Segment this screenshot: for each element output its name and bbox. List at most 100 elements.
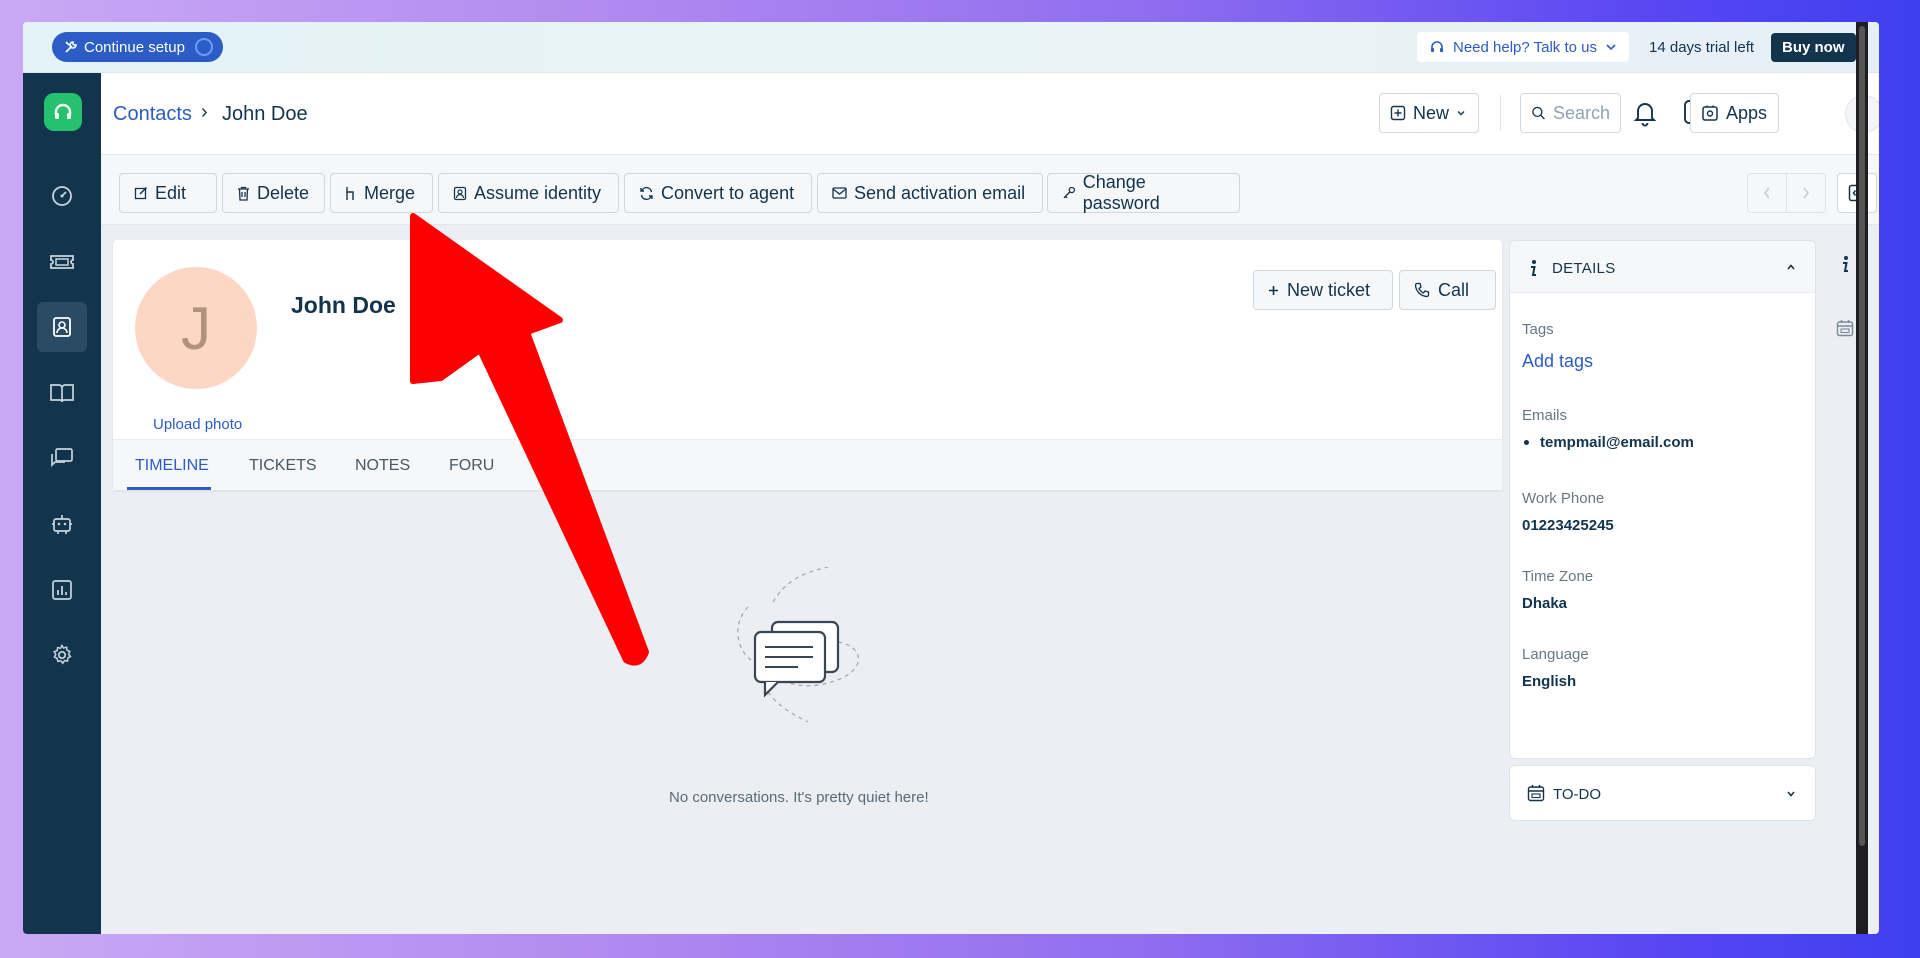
time-zone-label: Time Zone xyxy=(1522,568,1594,585)
need-help-label: Need help? Talk to us xyxy=(1453,38,1597,56)
details-panel: DETAILS Tags Add tags Emails tempmail@em… xyxy=(1509,240,1816,759)
todo-panel[interactable]: TO-DO xyxy=(1509,765,1816,821)
language-label: Language xyxy=(1522,646,1589,663)
buy-now-button[interactable]: Buy now xyxy=(1771,33,1856,62)
details-title: DETAILS xyxy=(1552,260,1616,277)
chevron-down-icon xyxy=(1457,111,1465,116)
need-help-button[interactable]: Need help? Talk to us xyxy=(1417,32,1629,62)
reports-chart-icon xyxy=(52,580,72,600)
progress-ring-icon xyxy=(194,38,213,56)
convert-to-agent-button[interactable]: Convert to agent xyxy=(624,173,812,213)
contact-card: J Upload photo John Doe New ticket Call … xyxy=(113,240,1502,490)
chat-bubbles-icon xyxy=(51,448,73,468)
continue-setup-button[interactable]: Continue setup xyxy=(52,32,223,62)
change-password-button[interactable]: Change password xyxy=(1047,172,1240,213)
search-placeholder: Search xyxy=(1552,102,1610,123)
email-value: tempmail@email.com xyxy=(1540,434,1694,451)
header-divider xyxy=(1500,95,1501,131)
send-activation-label: Send activation email xyxy=(854,182,1026,203)
work-phone-label: Work Phone xyxy=(1522,490,1605,507)
time-zone-value: Dhaka xyxy=(1522,595,1568,612)
empty-timeline-text: No conversations. It's pretty quiet here… xyxy=(669,789,929,806)
chevron-down-icon xyxy=(1787,791,1795,797)
new-button-label: New xyxy=(1413,102,1450,123)
chevron-down-icon xyxy=(1606,44,1616,51)
info-rail-icon[interactable] xyxy=(1840,255,1850,273)
key-icon xyxy=(1063,186,1075,199)
robot-icon xyxy=(52,515,72,534)
sidebar-item-forums[interactable] xyxy=(37,433,87,483)
gear-icon xyxy=(53,644,72,665)
breadcrumb-separator: › xyxy=(201,101,208,123)
page-header: Contacts › John Doe New Search Apps S xyxy=(101,73,1879,155)
breadcrumb-current: John Doe xyxy=(222,103,308,125)
phone-icon xyxy=(1414,282,1430,298)
edit-button-label: Edit xyxy=(155,182,187,203)
breadcrumb-contacts-link[interactable]: Contacts xyxy=(113,103,192,126)
refresh-convert-icon xyxy=(640,186,653,200)
assume-identity-button[interactable]: Assume identity xyxy=(438,173,619,213)
merge-button-label: Merge xyxy=(364,182,416,203)
envelope-icon xyxy=(832,187,847,199)
change-password-label: Change password xyxy=(1082,172,1160,213)
sidebar-item-contacts[interactable] xyxy=(37,302,87,352)
bell-icon[interactable] xyxy=(1633,99,1657,127)
merge-button[interactable]: Merge xyxy=(330,173,433,213)
freshdesk-logo[interactable] xyxy=(44,93,82,131)
tab-tickets[interactable]: TICKETS xyxy=(249,457,317,475)
call-label: Call xyxy=(1438,279,1470,300)
plus-square-icon xyxy=(1390,105,1406,121)
calendar-icon xyxy=(1527,785,1545,802)
contacts-icon xyxy=(53,317,71,337)
previous-contact-button[interactable] xyxy=(1747,173,1787,213)
trial-banner: Continue setup Need help? Talk to us 14 … xyxy=(23,22,1879,73)
upload-photo-link[interactable]: Upload photo xyxy=(153,416,242,433)
conversations-empty-illustration xyxy=(737,567,860,723)
chevron-up-icon xyxy=(1787,264,1795,270)
edit-button[interactable]: Edit xyxy=(119,173,217,213)
apps-button[interactable]: Apps xyxy=(1690,93,1779,133)
sidebar xyxy=(23,73,101,934)
todo-title: TO-DO xyxy=(1553,786,1602,803)
sidebar-item-tickets[interactable] xyxy=(37,237,87,287)
sidebar-item-solutions[interactable] xyxy=(37,368,87,418)
next-contact-button[interactable] xyxy=(1786,173,1826,213)
chevron-left-icon xyxy=(1764,187,1770,199)
details-header[interactable]: DETAILS xyxy=(1510,241,1815,293)
emails-label: Emails xyxy=(1522,407,1568,424)
new-button[interactable]: New xyxy=(1379,93,1479,133)
sidebar-item-dashboard[interactable] xyxy=(37,171,87,221)
calendar-rail-icon[interactable] xyxy=(1836,319,1854,337)
scrollbar-thumb[interactable] xyxy=(1859,26,1865,846)
edit-pencil-icon xyxy=(134,186,148,200)
call-button[interactable]: Call xyxy=(1399,270,1496,310)
contact-name: John Doe xyxy=(291,292,396,318)
sidebar-item-admin[interactable] xyxy=(37,630,87,680)
new-ticket-button[interactable]: New ticket xyxy=(1253,270,1393,310)
tab-timeline[interactable]: TIMELINE xyxy=(135,457,209,475)
headset-logo-icon xyxy=(54,103,72,119)
sidebar-item-reports[interactable] xyxy=(37,565,87,615)
search-input[interactable]: Search xyxy=(1520,93,1621,133)
info-icon xyxy=(1531,260,1536,276)
chevron-right-icon xyxy=(1803,187,1809,199)
contact-avatar[interactable]: J xyxy=(135,267,257,389)
delete-button[interactable]: Delete xyxy=(222,173,325,213)
contact-tabs: TIMELINE TICKETS NOTES FORU xyxy=(113,439,1502,490)
add-tags-link[interactable]: Add tags xyxy=(1522,351,1593,372)
status-indicator-icon xyxy=(422,293,444,315)
sidebar-item-bots[interactable] xyxy=(37,499,87,549)
dashboard-gauge-icon xyxy=(52,186,72,206)
tab-forums[interactable]: FORU xyxy=(449,457,494,475)
search-icon xyxy=(1532,106,1545,120)
identity-badge-icon xyxy=(453,186,467,200)
assume-identity-label: Assume identity xyxy=(474,182,602,203)
app-window: Continue setup Need help? Talk to us 14 … xyxy=(23,22,1879,934)
tab-notes[interactable]: NOTES xyxy=(355,457,410,475)
merge-icon xyxy=(346,186,354,200)
send-activation-email-button[interactable]: Send activation email xyxy=(817,173,1043,213)
trash-icon xyxy=(238,186,249,201)
tags-label: Tags xyxy=(1522,321,1554,338)
active-tab-indicator xyxy=(127,487,211,490)
email-bullet xyxy=(1524,440,1529,445)
